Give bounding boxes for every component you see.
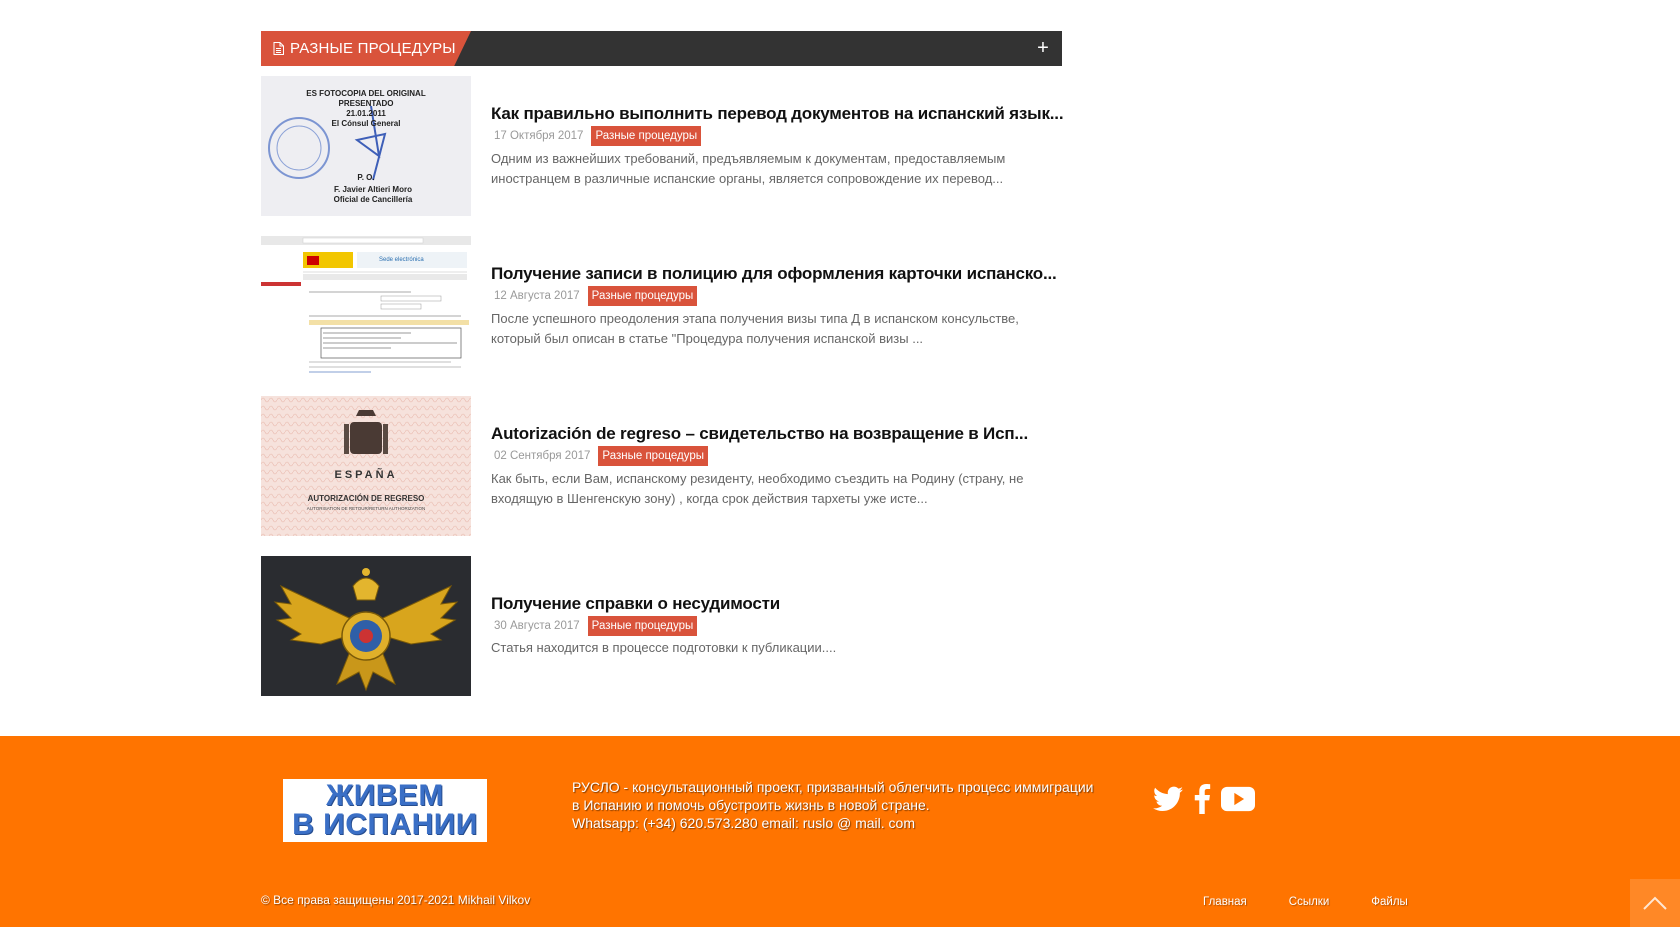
footer-description: РУСЛО - консультационный проект, призван… (572, 779, 1094, 813)
article-excerpt: Статья находится в процессе подготовки к… (491, 640, 837, 655)
document-stamp-image: ES FOTOCOPIA DEL ORIGINAL PRESENTADO 21.… (261, 76, 471, 216)
footer-nav: Главная Ссылки Файлы (1203, 896, 1450, 908)
site-logo[interactable]: ЖИВЕМ В ИСПАНИИ (283, 779, 487, 842)
category-badge[interactable]: Разные процедуры (587, 286, 698, 306)
svg-text:AUTORIZACIÓN DE REGRESO: AUTORIZACIÓN DE REGRESO (308, 494, 425, 503)
facebook-icon[interactable] (1193, 784, 1211, 819)
footer-nav-files[interactable]: Файлы (1371, 896, 1408, 908)
category-badge[interactable]: Разные процедуры (591, 126, 702, 146)
svg-text:Oficial de Cancillería: Oficial de Cancillería (334, 195, 413, 204)
article-title-link[interactable]: Получение записи в полицию для оформлени… (491, 264, 1057, 284)
article-meta: 30 Августа 2017 Разные процедуры (491, 616, 698, 636)
article-date: 17 Октября 2017 (494, 130, 584, 142)
document-icon (273, 42, 284, 55)
expand-plus-icon[interactable]: + (1032, 37, 1054, 59)
copyright-text: © Все права защищены 2017-2021 Mikhail V… (261, 893, 531, 907)
section-tab[interactable]: Разные процедуры (261, 31, 471, 66)
article-date: 02 Сентября 2017 (494, 450, 591, 462)
section-title: Разные процедуры (290, 40, 456, 57)
article-thumbnail[interactable]: ESPAÑA AUTORIZACIÓN DE REGRESO AUTORISAT… (261, 396, 471, 536)
article-excerpt: Как быть, если Вам, испанскому резиденту… (491, 471, 1024, 506)
svg-text:El Cónsul General: El Cónsul General (332, 119, 401, 128)
svg-text:ESPAÑA: ESPAÑA (334, 468, 397, 481)
footer-nav-links[interactable]: Ссылки (1289, 896, 1330, 908)
article-excerpt: Одним из важнейших требований, предъявля… (491, 151, 1006, 186)
social-links (1153, 784, 1255, 819)
footer-nav-home[interactable]: Главная (1203, 896, 1247, 908)
website-screenshot-image: Sede electrónica (261, 236, 471, 376)
police-emblem-image (261, 556, 471, 696)
article-date: 30 Августа 2017 (494, 620, 580, 632)
article-thumbnail[interactable]: ES FOTOCOPIA DEL ORIGINAL PRESENTADO 21.… (261, 76, 471, 216)
svg-text:PRESENTADO: PRESENTADO (339, 99, 394, 108)
twitter-icon[interactable] (1153, 786, 1183, 817)
svg-text:AUTORISATION DE RETOUR/RETURN: AUTORISATION DE RETOUR/RETURN AUTHORIZAT… (307, 506, 425, 511)
svg-text:F. Javier Altieri Moro: F. Javier Altieri Moro (334, 185, 412, 194)
footer-contacts: Whatsapp: (+34) 620.573.280 email: ruslo… (572, 815, 915, 831)
article-thumbnail[interactable]: Sede electrónica (261, 236, 471, 376)
article-excerpt: После успешного преодоления этапа получе… (491, 311, 1019, 346)
spain-document-image: ESPAÑA AUTORIZACIÓN DE REGRESO AUTORISAT… (261, 396, 471, 536)
article-title-link[interactable]: Как правильно выполнить перевод документ… (491, 104, 1064, 124)
article-title-link[interactable]: Autorización de regreso – свидетельство … (491, 424, 1028, 444)
article-meta: 17 Октября 2017 Разные процедуры (491, 126, 702, 146)
article-date: 12 Августа 2017 (494, 290, 580, 302)
article-meta: 12 Августа 2017 Разные процедуры (491, 286, 698, 306)
section-header: Разные процедуры + (261, 31, 1062, 66)
site-footer: ЖИВЕМ В ИСПАНИИ РУСЛО - консультационный… (0, 736, 1680, 927)
chevron-up-icon (1643, 896, 1667, 910)
svg-text:Sede electrónica: Sede electrónica (379, 257, 424, 263)
svg-text:ES FOTOCOPIA DEL ORIGINAL: ES FOTOCOPIA DEL ORIGINAL (306, 89, 426, 98)
article-meta: 02 Сентября 2017 Разные процедуры (491, 446, 709, 466)
svg-text:P. O.: P. O. (357, 173, 374, 182)
article-title-link[interactable]: Получение справки о несудимости (491, 594, 780, 614)
logo-line-1: ЖИВЕМ (326, 779, 444, 812)
article-item: ESPAÑA AUTORIZACIÓN DE REGRESO AUTORISAT… (261, 396, 1062, 536)
article-thumbnail[interactable] (261, 556, 471, 696)
youtube-icon[interactable] (1221, 786, 1255, 817)
category-badge[interactable]: Разные процедуры (587, 616, 698, 636)
article-item: Получение справки о несудимости 30 Авгус… (261, 556, 1062, 696)
svg-text:21.01.2011: 21.01.2011 (346, 109, 386, 118)
article-item: ES FOTOCOPIA DEL ORIGINAL PRESENTADO 21.… (261, 76, 1064, 216)
footer-about: РУСЛО - консультационный проект, призван… (572, 778, 1102, 832)
scroll-to-top-button[interactable] (1630, 879, 1680, 927)
category-badge[interactable]: Разные процедуры (598, 446, 709, 466)
article-item: Sede electrónica Получение записи в поли… (261, 236, 1062, 376)
logo-line-2: В ИСПАНИИ (292, 808, 478, 841)
